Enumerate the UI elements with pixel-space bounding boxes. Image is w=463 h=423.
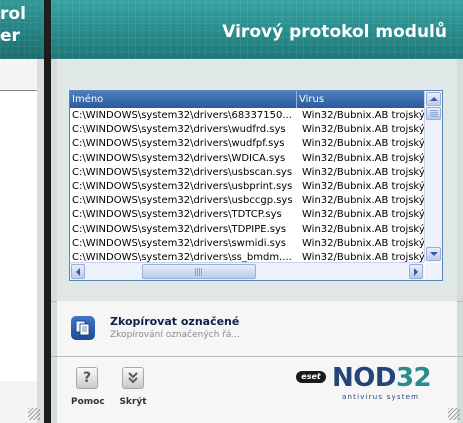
- help-button[interactable]: ? Pomoc: [71, 367, 105, 407]
- grip-icon: [429, 110, 438, 118]
- row-file-name: C:\WINDOWS\system32\drivers\usbprint.sys: [72, 180, 293, 192]
- help-icon: ?: [76, 367, 98, 389]
- row-file-name: C:\WINDOWS\system32\drivers\wudfrd.sys: [72, 124, 286, 136]
- help-label: Pomoc: [71, 397, 105, 407]
- table-row[interactable]: C:\WINDOWS\system32\drivers\68337150... W…: [70, 109, 424, 123]
- left-window: rol er: [0, 0, 44, 423]
- table-row[interactable]: C:\WINDOWS\system32\drivers\TDTCP.sys Win…: [70, 208, 424, 222]
- row-file-name: C:\WINDOWS\system32\drivers\WDICA.sys: [72, 152, 286, 164]
- row-file-name: C:\WINDOWS\system32\drivers\wudfpf.sys: [72, 138, 285, 150]
- left-window-header: rol er: [0, 0, 44, 59]
- column-header-name[interactable]: Iméno: [70, 91, 297, 108]
- table-row[interactable]: C:\WINDOWS\system32\drivers\usbprint.sys…: [70, 180, 424, 194]
- copy-icon[interactable]: [71, 316, 95, 340]
- scroll-left-button[interactable]: [71, 264, 85, 279]
- row-virus-name: Win32/Bubnix.AB trojský: [302, 138, 424, 150]
- logo-letters: NOD: [332, 363, 396, 393]
- copy-selected-description: Zkopírování označených řá...: [110, 330, 240, 340]
- main-window-header: Virový protokol modulů: [51, 0, 463, 59]
- window-border-right: [457, 59, 463, 423]
- left-window-border: [37, 59, 44, 423]
- row-file-name: C:\WINDOWS\system32\drivers\usbscan.sys: [72, 166, 293, 178]
- row-file-name: C:\WINDOWS\system32\drivers\TDTCP.sys: [72, 209, 282, 221]
- row-file-name: C:\WINDOWS\system32\drivers\usbccgp.sys: [72, 195, 293, 207]
- eset-logo: eset: [296, 371, 326, 383]
- grip-icon: [195, 268, 203, 276]
- copy-selected-action[interactable]: Zkopírovat označené Zkopírování označený…: [57, 301, 457, 356]
- row-file-name: C:\WINDOWS\system32\drivers\TDPIPE.sys: [72, 223, 287, 235]
- table-row[interactable]: C:\WINDOWS\system32\drivers\usbscan.sys W…: [70, 166, 424, 180]
- nod32-logo: NOD32: [332, 363, 432, 393]
- horizontal-scroll-thumb[interactable]: [142, 264, 256, 279]
- left-window-title-line2: er: [0, 26, 20, 46]
- list-rows: C:\WINDOWS\system32\drivers\68337150... W…: [70, 109, 424, 265]
- resize-grip-icon[interactable]: [448, 408, 460, 420]
- logo-digits: 32: [395, 363, 432, 393]
- scrollbar-corner: [425, 263, 442, 280]
- scroll-right-button[interactable]: [409, 264, 423, 279]
- table-row[interactable]: C:\WINDOWS\system32\drivers\usbccgp.sys W…: [70, 194, 424, 208]
- row-virus-name: Win32/Bubnix.AB trojský: [302, 223, 424, 235]
- hide-label: Skrýt: [119, 397, 147, 407]
- bottom-bar: ? Pomoc Skrýt eset NOD32 antivirus syste…: [57, 357, 457, 423]
- row-file-name: C:\WINDOWS\system32\drivers\swmidi.sys: [72, 237, 287, 249]
- chevron-left-icon: [76, 267, 80, 276]
- row-file-name: C:\WINDOWS\system32\drivers\68337150...: [72, 110, 292, 121]
- virus-log-list[interactable]: Iméno Virus C:\WINDOWS\system32\drivers\…: [69, 90, 443, 281]
- chevron-right-icon: [414, 267, 418, 276]
- page-title: Virový protokol modulů: [222, 22, 447, 42]
- column-header-virus[interactable]: Virus: [297, 91, 424, 108]
- copy-selected-title[interactable]: Zkopírovat označené: [110, 315, 239, 328]
- question-mark-glyph: ?: [82, 370, 92, 386]
- table-row[interactable]: C:\WINDOWS\system32\drivers\wudfrd.sys Wi…: [70, 123, 424, 137]
- hide-button[interactable]: Skrýt: [117, 367, 149, 407]
- row-virus-name: Win32/Bubnix.AB trojský: [302, 209, 424, 221]
- left-window-title-line1: rol: [0, 4, 26, 24]
- row-virus-name: Win32/Bubnix.AB trojský: [302, 110, 424, 121]
- chevron-down-icon: [429, 252, 438, 256]
- row-virus-name: Win32/Bubnix.AB trojský: [302, 124, 424, 136]
- table-row[interactable]: C:\WINDOWS\system32\drivers\WDICA.sys Win…: [70, 152, 424, 166]
- vertical-scrollbar[interactable]: [424, 91, 442, 262]
- row-virus-name: Win32/Bubnix.AB trojský: [302, 237, 424, 249]
- table-row[interactable]: C:\WINDOWS\system32\drivers\TDPIPE.sys Wi…: [70, 223, 424, 237]
- list-header: Iméno Virus: [70, 91, 424, 108]
- row-virus-name: Win32/Bubnix.AB trojský: [302, 152, 424, 164]
- horizontal-scrollbar[interactable]: [70, 262, 424, 280]
- scroll-up-button[interactable]: [426, 92, 441, 106]
- main-window: Virový protokol modulů Iméno Virus C:\WI…: [51, 0, 463, 423]
- left-panel: [0, 91, 38, 381]
- table-row[interactable]: C:\WINDOWS\system32\drivers\swmidi.sys Wi…: [70, 237, 424, 251]
- row-virus-name: Win32/Bubnix.AB trojský: [302, 180, 424, 192]
- chevron-up-icon: [429, 97, 438, 101]
- row-virus-name: Win32/Bubnix.AB trojský: [302, 166, 424, 178]
- vertical-scroll-thumb[interactable]: [426, 107, 441, 120]
- logo-tagline: antivirus system: [342, 393, 420, 401]
- resize-grip-icon[interactable]: [28, 408, 40, 420]
- window-separator: [44, 0, 51, 423]
- scroll-down-button[interactable]: [426, 247, 441, 261]
- row-virus-name: Win32/Bubnix.AB trojský: [302, 195, 424, 207]
- double-chevron-down-icon: [122, 367, 144, 389]
- table-row[interactable]: C:\WINDOWS\system32\drivers\wudfpf.sys Wi…: [70, 137, 424, 151]
